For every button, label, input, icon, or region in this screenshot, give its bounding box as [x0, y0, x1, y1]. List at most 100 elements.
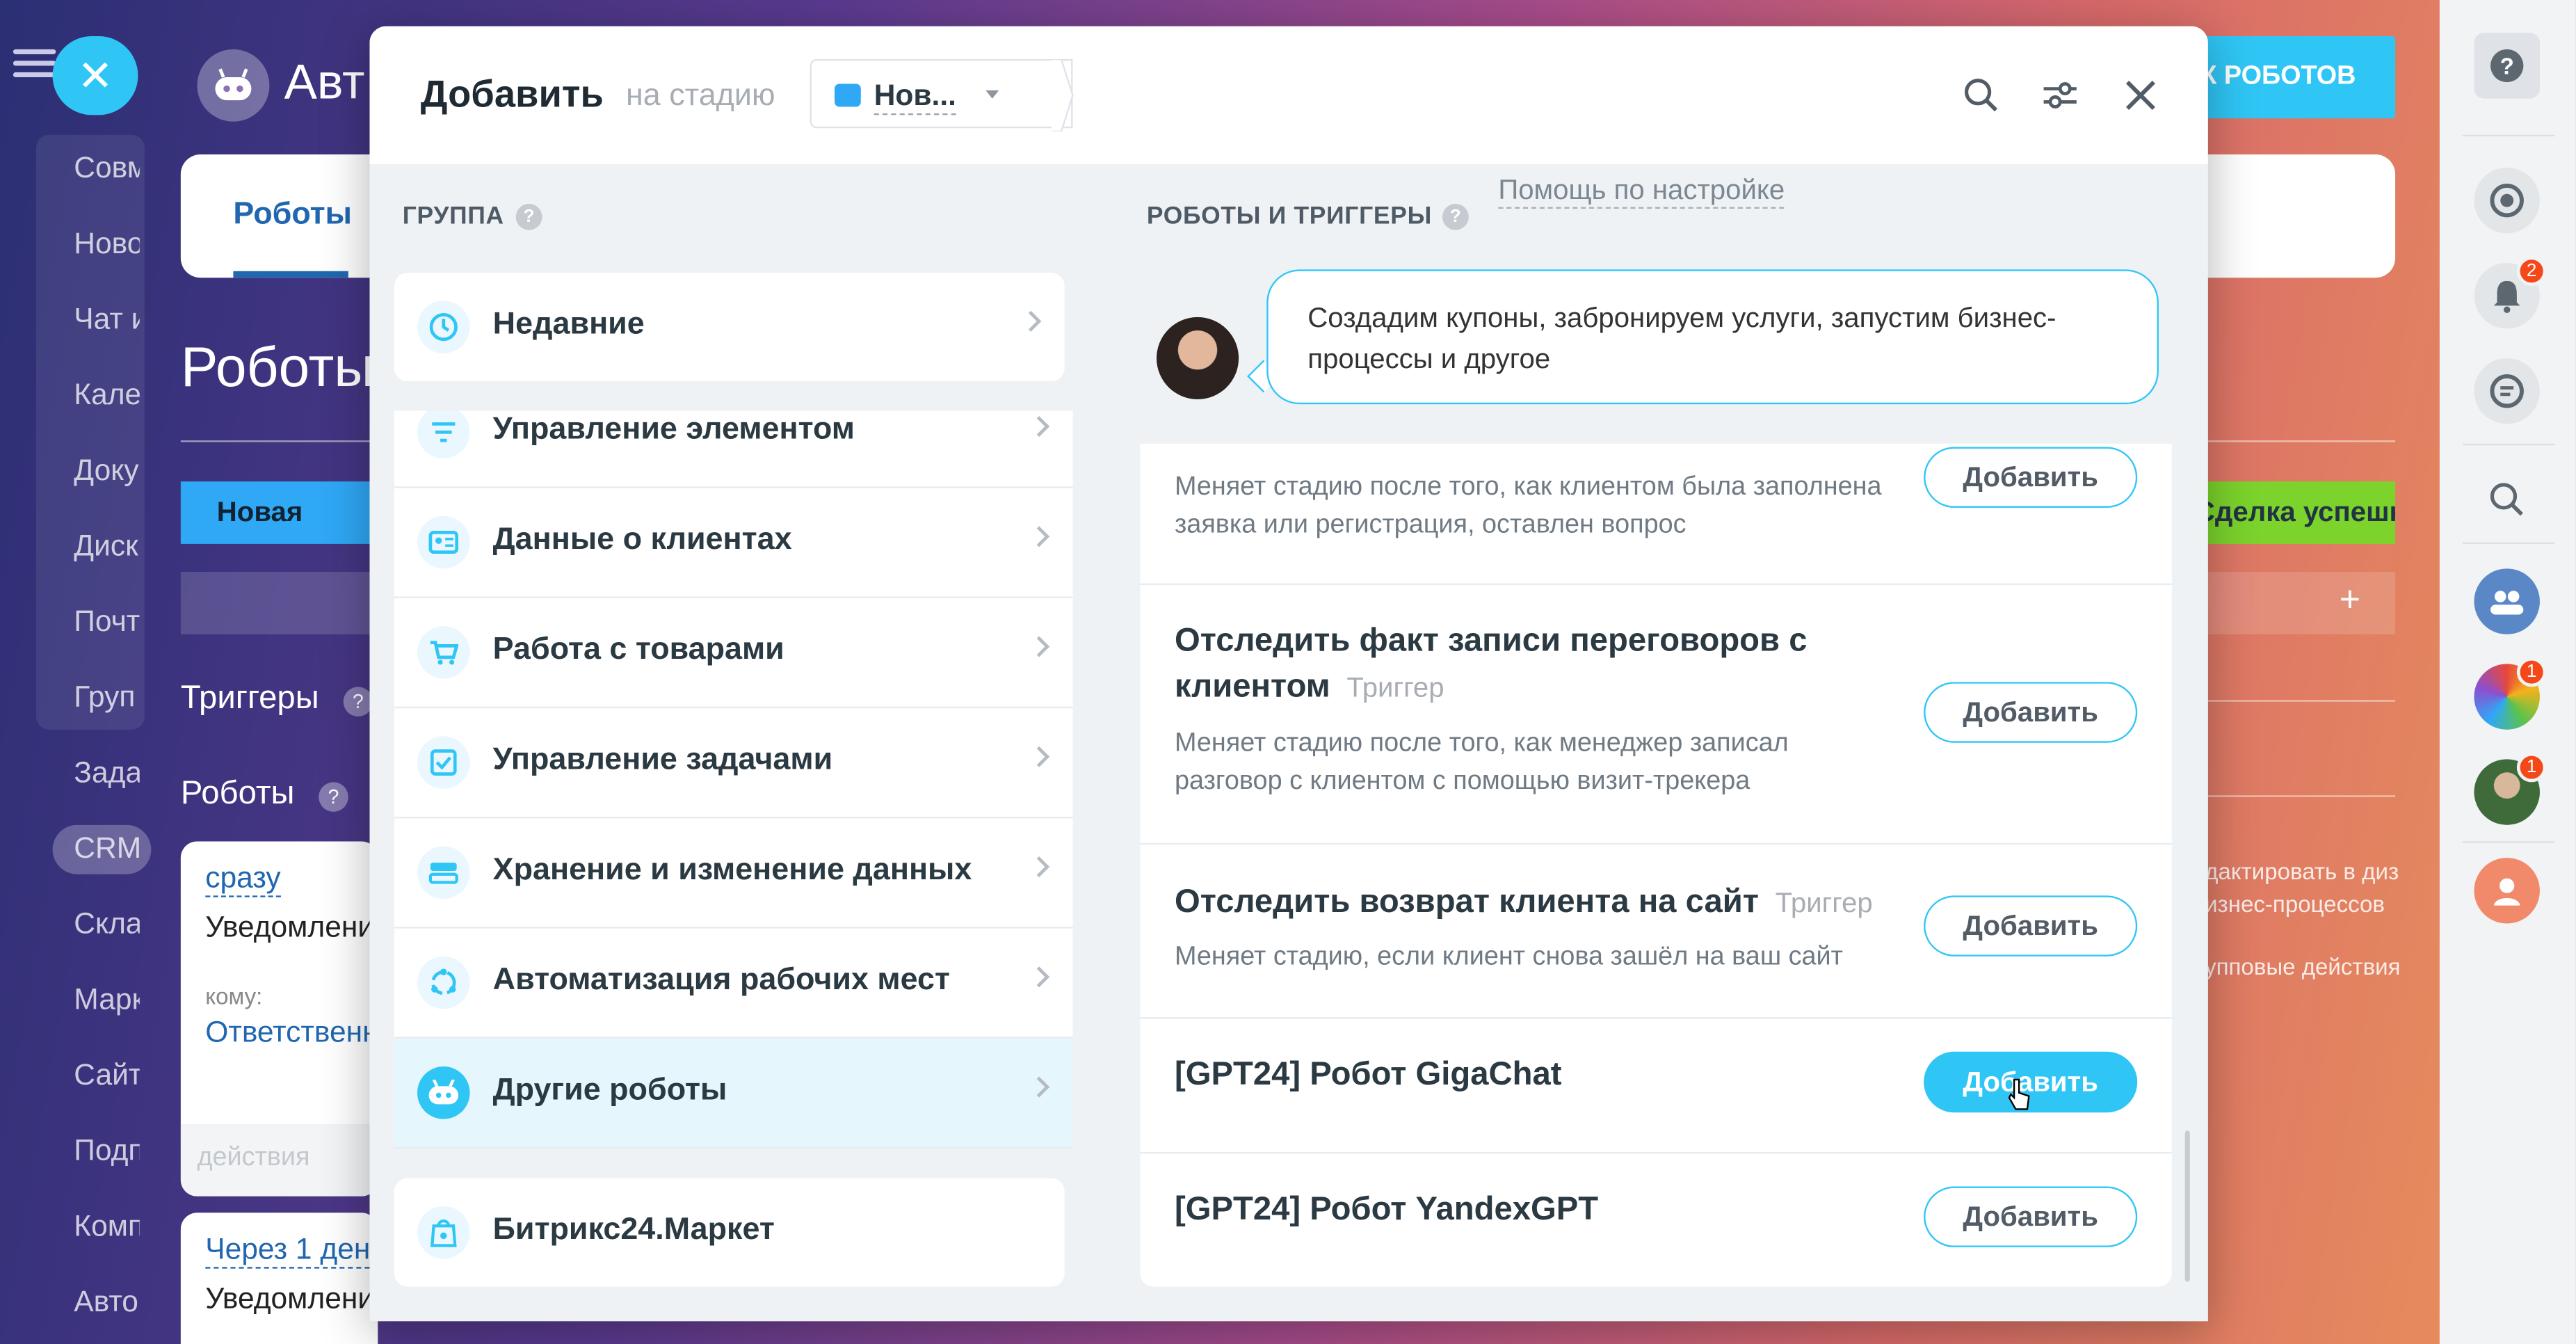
page-title-fragment: Авт — [284, 56, 365, 111]
help-link[interactable]: Помощь по настройке — [1498, 174, 1785, 209]
group-label: Данные о клиентах — [492, 522, 792, 557]
robot-item: Отследить возврат клиента на сайт Триггер… — [1140, 845, 2172, 1019]
nav-item[interactable]: Подп — [74, 1134, 139, 1169]
nav-item[interactable]: Сайт — [74, 1058, 139, 1093]
triggers-label: Триггеры — [180, 680, 319, 717]
app-icon[interactable]: 1 — [2474, 657, 2547, 730]
storage-icon — [417, 846, 470, 899]
group-item[interactable]: Работа с товарами — [394, 598, 1073, 709]
close-icon[interactable] — [2116, 71, 2166, 120]
stage-column-new[interactable]: Новая — [180, 481, 378, 544]
hamburger-menu-icon[interactable] — [13, 49, 56, 82]
filter-settings-icon[interactable] — [2036, 71, 2085, 120]
screen: Совм Ново Чат и Кале Доку Диск Почт Груп Зада CRM… — [0, 0, 2576, 1344]
robot-description: Меняет стадию, если клиент снова зашёл н… — [1174, 943, 1843, 972]
tab-robots[interactable]: Роботы — [233, 197, 352, 233]
hint-text: дактировать в диз — [2205, 858, 2399, 884]
hint-bubble: Создадим купоны, забронируем услуги, зап… — [1266, 269, 2159, 405]
hint-text: упповые действия — [2205, 953, 2401, 979]
contact-card-icon — [417, 515, 470, 569]
group-market[interactable]: Битрикс24.Маркет — [394, 1178, 1065, 1287]
nav-item[interactable]: Почт — [74, 605, 139, 639]
group-item[interactable]: Хранение и изменение данных — [394, 818, 1073, 929]
group-label: Управление элементом — [492, 412, 855, 447]
robot-card-to-value[interactable]: Ответственн — [205, 1016, 378, 1050]
help-icon[interactable]: ? — [343, 687, 373, 717]
nav-item[interactable]: Диск — [74, 529, 139, 564]
robot-card-to-label: кому: — [205, 982, 263, 1009]
search-icon[interactable] — [2474, 467, 2539, 532]
workflow-icon — [417, 956, 470, 1009]
group-label: Битрикс24.Маркет — [492, 1213, 775, 1247]
nav-item[interactable]: CRM — [74, 831, 139, 866]
robot-card-when[interactable]: сразу — [205, 861, 281, 897]
close-slider-button[interactable]: ✕ — [52, 35, 138, 115]
nav-item[interactable]: Скла — [74, 907, 139, 942]
chevron-right-icon — [1029, 856, 1050, 878]
nav-item[interactable]: Совм — [74, 151, 139, 186]
add-robot-button[interactable]: Добавить — [1924, 895, 2138, 957]
help-icon[interactable]: ? — [2474, 33, 2540, 99]
chevron-right-icon — [1029, 1076, 1050, 1098]
help-icon[interactable]: ? — [1442, 203, 1469, 230]
add-robot-button[interactable]: Добавить — [1924, 1186, 2138, 1247]
add-robot-button[interactable]: Добавить — [1924, 447, 2138, 508]
group-item[interactable]: Данные о клиентах — [394, 488, 1073, 598]
robot-title-text: Отследить возврат клиента на сайт — [1174, 883, 1759, 920]
group-recent[interactable]: Недавние — [394, 273, 1065, 382]
group-chat-icon[interactable] — [2474, 568, 2540, 634]
robot-card[interactable]: сразу Уведомлени кому: Ответственн дейст… — [180, 841, 378, 1197]
group-item[interactable]: Управление задачами — [394, 708, 1073, 819]
nav-item[interactable]: Зада — [74, 756, 139, 791]
app-badge: 1 — [2516, 657, 2547, 687]
stage-selector[interactable]: Нов... — [810, 59, 1074, 131]
robot-title: [GPT24] Робот YandexGPT — [1174, 1191, 1599, 1228]
robot-title-text: Отследить факт записи переговоров с клие… — [1174, 623, 1808, 705]
nav-item[interactable]: Груп — [74, 680, 139, 715]
nav-item[interactable]: Марк — [74, 983, 139, 1018]
page-heading: Роботы — [180, 337, 374, 400]
chat-icon[interactable] — [2474, 358, 2540, 424]
stage-column-won[interactable]: Сделка успешн — [2194, 481, 2396, 544]
nav-item[interactable]: Ново — [74, 227, 139, 262]
nav-item[interactable]: Кале — [74, 378, 139, 413]
group-item[interactable]: Автоматизация рабочих мест — [394, 929, 1073, 1039]
scrollbar[interactable] — [2184, 1130, 2190, 1282]
group-item[interactable]: Управление элементом — [394, 410, 1073, 488]
robots-list: Меняет стадию после того, как клиентом б… — [1140, 443, 2172, 1287]
profile-avatar-icon[interactable] — [2474, 858, 2540, 924]
group-list: Управление элементом Данные о клиентах Р… — [394, 410, 1073, 1149]
robot-description: Меняет стадию после того, как менеджер з… — [1174, 729, 1789, 796]
help-icon[interactable]: ? — [515, 203, 542, 230]
chevron-right-icon — [1029, 966, 1050, 988]
dialog-subtitle: на стадию — [625, 79, 775, 113]
chevron-right-icon — [1029, 636, 1050, 657]
nav-item[interactable]: Доку — [74, 454, 139, 488]
group-label: Другие роботы — [492, 1073, 727, 1108]
notifications-bell-icon[interactable]: 2 — [2474, 256, 2547, 329]
plus-icon[interactable]: + — [2340, 578, 2360, 621]
user-avatar[interactable]: 1 — [2474, 752, 2547, 825]
nav-item[interactable]: Авто — [74, 1285, 139, 1320]
chevron-right-icon — [1029, 415, 1050, 438]
dialog-header: Добавить на стадию Нов... — [369, 26, 2208, 165]
robot-card-when[interactable]: Через 1 ден — [205, 1233, 371, 1269]
search-icon[interactable] — [1956, 71, 2006, 120]
robot-icon — [197, 49, 270, 122]
robot-card-actions[interactable]: действия — [197, 1144, 309, 1174]
chevron-down-icon — [985, 90, 999, 99]
help-icon[interactable]: ? — [319, 782, 348, 812]
add-robot-button[interactable]: Добавить — [1924, 682, 2138, 743]
robot-icon — [417, 1066, 470, 1119]
right-toolbar: ? 2 1 1 — [2439, 0, 2576, 1344]
robot-title: [GPT24] Робот GigaChat — [1174, 1056, 1562, 1093]
copilot-icon[interactable] — [2474, 167, 2540, 234]
robot-card[interactable]: Через 1 ден Уведомлени — [180, 1213, 378, 1344]
nav-item[interactable]: Комп — [74, 1210, 139, 1245]
robots-heading: РОБОТЫ И ТРИГГЕРЫ — [1146, 202, 1432, 230]
nav-item[interactable]: Чат и — [74, 303, 139, 337]
group-item-active[interactable]: Другие роботы — [394, 1038, 1073, 1149]
robot-item: Меняет стадию после того, как клиентом б… — [1140, 444, 2172, 585]
assistant-avatar — [1156, 317, 1239, 400]
group-label: Работа с товарами — [492, 632, 784, 668]
